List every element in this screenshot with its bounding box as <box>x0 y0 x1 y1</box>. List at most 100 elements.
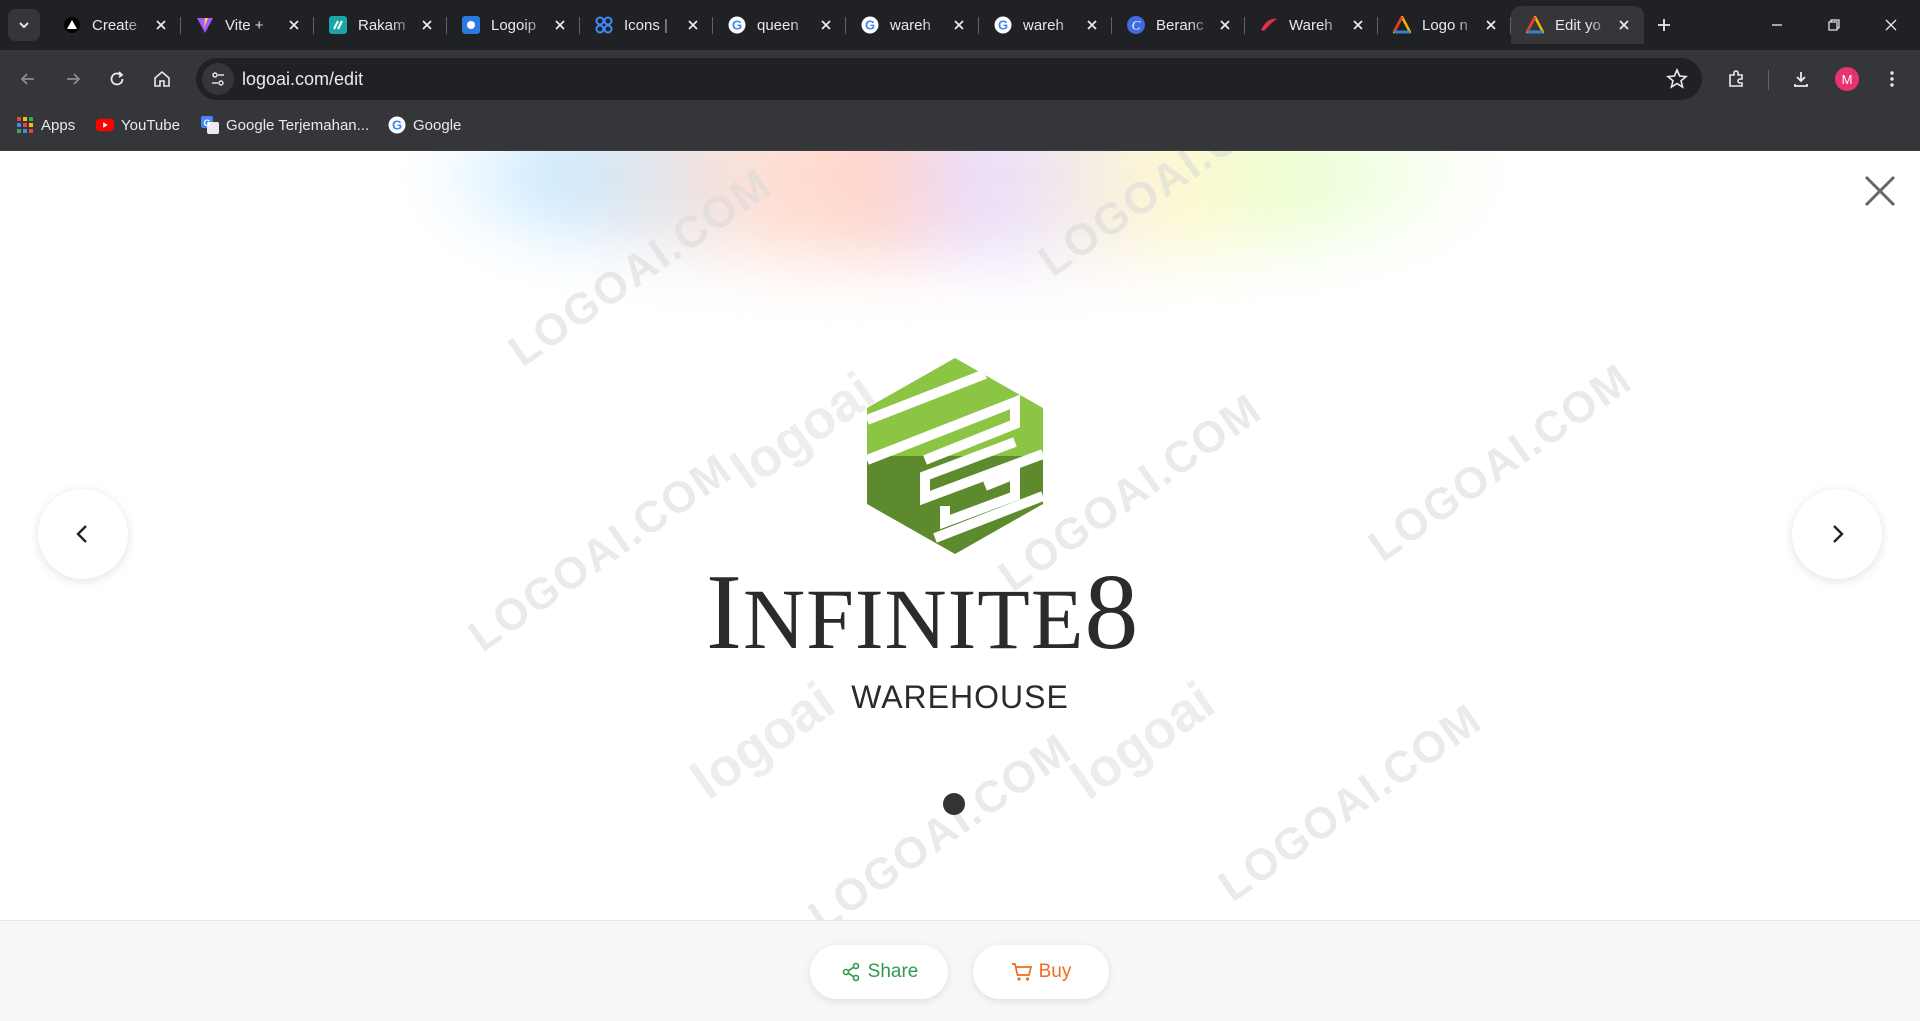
watermark-brand: logoai <box>720 360 886 501</box>
brand-name-last: 8 <box>1084 553 1140 672</box>
tune-icon <box>212 72 224 86</box>
close-tab-icon[interactable] <box>417 15 437 35</box>
action-bar: Share Buy <box>0 920 1920 1021</box>
close-tab-icon[interactable] <box>1082 15 1102 35</box>
chevron-right-icon <box>1833 525 1844 543</box>
tab-logo-maker[interactable]: Logo n <box>1378 6 1511 44</box>
site-info-button[interactable] <box>202 63 234 95</box>
arrow-right-icon <box>67 73 81 85</box>
close-tab-icon[interactable] <box>1215 15 1235 35</box>
close-icon <box>1885 19 1897 31</box>
tab-title: Icons | <box>624 16 668 34</box>
tab-title: Logoip <box>491 16 537 34</box>
restore-button[interactable] <box>1805 0 1863 50</box>
share-button[interactable]: Share <box>810 945 948 999</box>
buy-button[interactable]: Buy <box>973 945 1109 999</box>
tab-google-warehouse-1[interactable]: G wareh <box>846 6 979 44</box>
svg-text:G: G <box>865 18 875 33</box>
browser-menu-button[interactable] <box>1874 61 1910 97</box>
close-preview-icon[interactable] <box>1860 171 1900 211</box>
home-icon <box>154 70 170 87</box>
bookmark-google[interactable]: G Google <box>388 108 461 142</box>
window-close-button[interactable] <box>1862 0 1920 50</box>
tab-google-warehouse-2[interactable]: G wareh <box>979 6 1112 44</box>
tab-title: queen <box>757 16 799 34</box>
bookmark-label: Apps <box>41 116 76 134</box>
carousel-indicator-dot[interactable] <box>943 793 965 815</box>
tab-search-button[interactable] <box>8 9 40 41</box>
watermark-text: LOGOAI.COM <box>800 724 1081 942</box>
extensions-button[interactable] <box>1718 61 1754 97</box>
close-tab-icon[interactable] <box>816 15 836 35</box>
close-tab-icon[interactable] <box>1614 15 1634 35</box>
bookmark-label: YouTube <box>121 116 180 134</box>
forward-button[interactable] <box>55 61 91 97</box>
chevron-left-icon <box>76 525 87 543</box>
tab-rakamin[interactable]: Rakam <box>314 6 447 44</box>
downloads-button[interactable] <box>1783 61 1819 97</box>
profile-avatar-button[interactable]: M <box>1829 61 1865 97</box>
tab-icons[interactable]: Icons | <box>580 6 713 44</box>
brand-name: INFINITE8 <box>706 557 1226 669</box>
tab-canva[interactable]: C Beranc <box>1112 6 1245 44</box>
previous-logo-button[interactable] <box>38 489 128 579</box>
new-tab-button[interactable] <box>1648 9 1680 41</box>
google-icon: G <box>860 15 880 35</box>
minimize-button[interactable] <box>1748 0 1806 50</box>
toolbar-divider <box>1768 70 1769 90</box>
tab-title: Vite + <box>225 16 264 34</box>
close-tab-icon[interactable] <box>683 15 703 35</box>
tab-title: Create <box>92 16 138 34</box>
reload-icon <box>110 71 124 86</box>
vercel-triangle-icon <box>62 15 82 35</box>
close-tab-icon[interactable] <box>1348 15 1368 35</box>
puzzle-icon <box>1729 70 1743 87</box>
google-translate-icon: G <box>201 116 219 134</box>
brand-name-mid: NFINITE <box>742 571 1085 667</box>
tab-create[interactable]: Create <box>48 6 181 44</box>
close-tab-icon[interactable] <box>284 15 304 35</box>
close-tab-icon[interactable] <box>550 15 570 35</box>
google-icon: G <box>993 15 1013 35</box>
minimize-icon <box>1772 24 1782 26</box>
back-button[interactable] <box>10 61 46 97</box>
reload-button[interactable] <box>99 61 135 97</box>
tab-vite[interactable]: Vite + <box>181 6 314 44</box>
close-tab-icon[interactable] <box>151 15 171 35</box>
bookmark-youtube[interactable]: YouTube <box>96 108 180 142</box>
bookmark-star-icon[interactable] <box>1666 68 1688 90</box>
tab-title: Logo n <box>1422 16 1468 34</box>
close-tab-icon[interactable] <box>949 15 969 35</box>
tab-warehouse-swoosh[interactable]: Wareh <box>1245 6 1378 44</box>
brand-tagline: WAREHOUSE <box>851 679 1069 715</box>
tab-title: wareh <box>890 16 931 34</box>
logoipsum-icon <box>461 15 481 35</box>
close-tab-icon[interactable] <box>1481 15 1501 35</box>
hexagon-logo-icon <box>867 358 1043 554</box>
logoai-icon <box>1525 15 1545 35</box>
watermark-text: LOGOAI.COM <box>460 444 741 662</box>
avatar: M <box>1835 67 1859 91</box>
restore-icon <box>1828 19 1840 31</box>
address-bar[interactable]: logoai.com/edit <box>196 58 1702 100</box>
bookmark-google-translate[interactable]: G Google Terjemahan... <box>201 108 369 142</box>
google-icon: G <box>727 15 747 35</box>
home-button[interactable] <box>144 61 180 97</box>
tab-edit-your-logo[interactable]: Edit yo <box>1511 6 1644 44</box>
svg-text:G: G <box>998 18 1008 33</box>
tab-title: Beranc <box>1156 16 1204 34</box>
svg-text:G: G <box>392 118 402 133</box>
next-logo-button[interactable] <box>1792 489 1882 579</box>
tab-logoipsum[interactable]: Logoip <box>447 6 580 44</box>
svg-text:G: G <box>732 18 742 33</box>
url-text: logoai.com/edit <box>242 69 364 89</box>
red-swoosh-icon <box>1259 15 1279 35</box>
arrow-left-icon <box>20 73 34 85</box>
bookmark-label: Google <box>413 116 462 134</box>
shopping-cart-icon <box>1011 961 1033 983</box>
icons-site-icon <box>594 15 614 35</box>
tab-google-queen[interactable]: G queen <box>713 6 846 44</box>
bookmark-apps[interactable]: Apps <box>16 108 75 142</box>
youtube-icon <box>96 116 114 134</box>
brand-name-first: I <box>706 553 743 672</box>
